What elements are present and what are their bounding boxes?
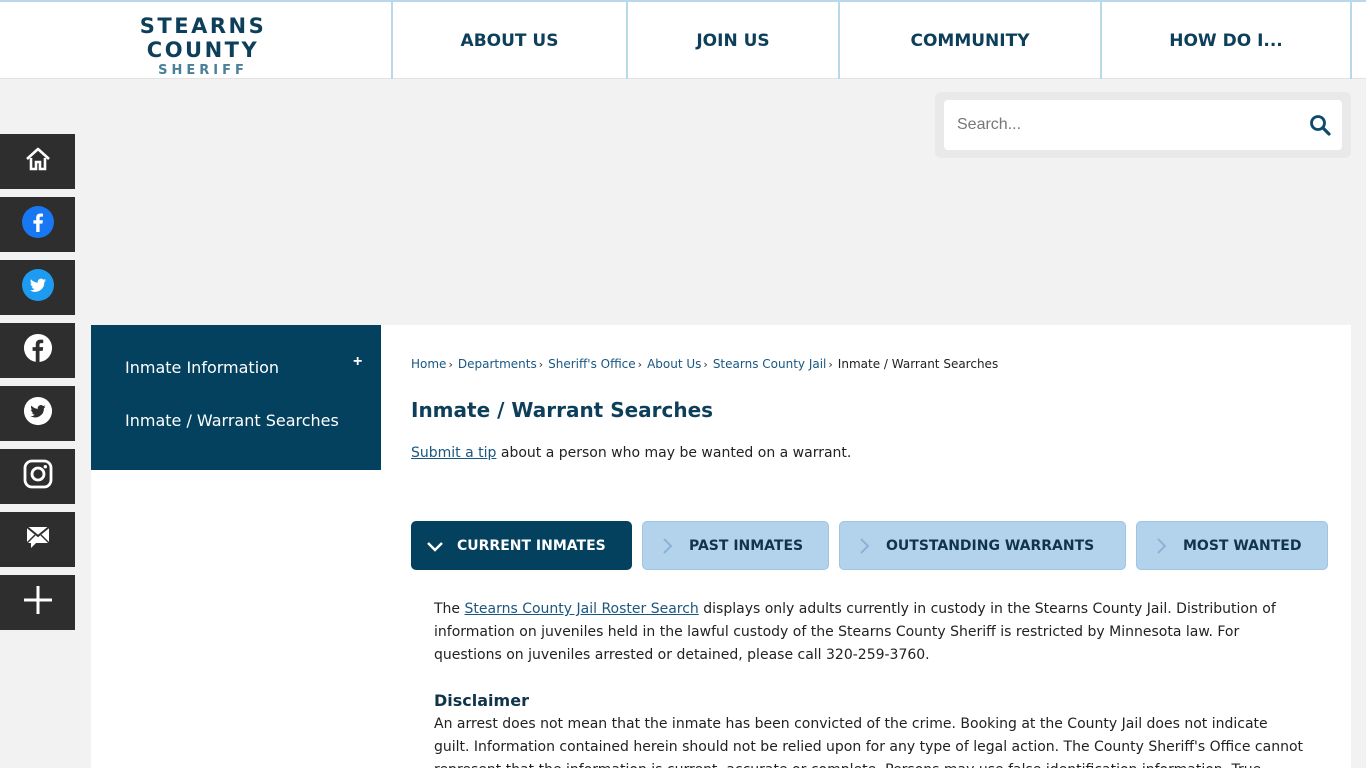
search-icon[interactable] — [1308, 113, 1332, 137]
jail-roster-search-link[interactable]: Stearns County Jail Roster Search — [465, 601, 699, 617]
search-container — [935, 92, 1351, 158]
tab-label: MOST WANTED — [1183, 537, 1302, 554]
description-intro: The — [434, 601, 465, 617]
tab-label: CURRENT INMATES — [457, 537, 606, 554]
submit-tip-link[interactable]: Submit a tip — [411, 445, 496, 461]
email-icon — [25, 524, 51, 555]
search-input[interactable] — [944, 100, 1294, 150]
sidenav-expand-icon[interactable]: + — [353, 353, 362, 371]
site-logo[interactable]: STEARNS COUNTY SHERIFF — [88, 14, 318, 78]
nav-divider — [1350, 2, 1352, 79]
sidenav-item-inmate-warrant-searches[interactable]: Inmate / Warrant Searches — [125, 411, 339, 430]
disclaimer-text: An arrest does not mean that the inmate … — [434, 716, 1304, 768]
more-links-button[interactable] — [0, 575, 75, 630]
search-box — [944, 100, 1342, 150]
nav-community[interactable]: COMMUNITY — [838, 2, 1100, 79]
breadcrumb-separator: › — [828, 358, 833, 371]
breadcrumb-departments[interactable]: Departments — [458, 357, 537, 371]
page-title: Inmate / Warrant Searches — [411, 398, 714, 422]
logo-title: STEARNS COUNTY — [139, 14, 267, 62]
social-sidebar — [0, 134, 75, 638]
tab-past-inmates[interactable]: PAST INMATES — [642, 521, 829, 570]
twitter-button[interactable] — [0, 260, 75, 315]
breadcrumb-separator: › — [637, 358, 643, 371]
tab-label: PAST INMATES — [689, 537, 804, 554]
breadcrumb-home[interactable]: Home — [411, 357, 446, 371]
chevron-right-icon — [1152, 537, 1170, 555]
sidenav-item-inmate-information[interactable]: Inmate Information — [125, 358, 279, 377]
tip-text: about a person who may be wanted on a wa… — [496, 445, 852, 461]
breadcrumb-stearns-county-jail[interactable]: Stearns County Jail — [713, 357, 827, 371]
tab-most-wanted[interactable]: MOST WANTED — [1136, 521, 1328, 570]
facebook-button[interactable] — [0, 197, 75, 252]
tab-outstanding-warrants[interactable]: OUTSTANDING WARRANTS — [839, 521, 1126, 570]
chevron-down-icon — [426, 537, 444, 555]
plus-icon — [22, 584, 54, 621]
breadcrumb-current: Inmate / Warrant Searches — [837, 357, 999, 371]
facebook-button-alt[interactable] — [0, 323, 75, 378]
home-icon — [24, 145, 52, 178]
site-header: STEARNS COUNTY SHERIFF ABOUT US JOIN US … — [0, 0, 1366, 79]
breadcrumb-about-us[interactable]: About Us — [647, 357, 701, 371]
nav-how-do-i[interactable]: HOW DO I... — [1100, 2, 1350, 79]
chevron-right-icon — [855, 537, 873, 555]
twitter-button-alt[interactable] — [0, 386, 75, 441]
breadcrumb-separator: › — [538, 358, 544, 371]
tab-label: OUTSTANDING WARRANTS — [886, 537, 1095, 554]
instagram-icon — [23, 459, 53, 494]
twitter-icon — [21, 269, 54, 306]
breadcrumb-separator: › — [448, 358, 453, 371]
disclaimer-heading: Disclaimer — [434, 691, 529, 710]
facebook-icon — [23, 333, 53, 368]
chevron-right-icon — [658, 537, 676, 555]
current-inmates-description: The Stearns County Jail Roster Search di… — [434, 598, 1304, 667]
instagram-button[interactable] — [0, 449, 75, 504]
tab-current-inmates[interactable]: CURRENT INMATES — [411, 521, 632, 570]
breadcrumb: Home › Departments › Sheriff's Office › About … — [411, 357, 998, 371]
tip-line: Submit a tip about a person who may be w… — [411, 445, 851, 461]
logo-subtitle: SHERIFF — [158, 63, 248, 78]
twitter-icon — [23, 396, 53, 431]
facebook-icon — [21, 206, 54, 243]
nav-about-us[interactable]: ABOUT US — [391, 2, 626, 79]
nav-join-us[interactable]: JOIN US — [626, 2, 838, 79]
breadcrumb-separator: › — [703, 358, 708, 371]
home-button[interactable] — [0, 134, 75, 189]
email-button[interactable] — [0, 512, 75, 567]
side-navigation: Inmate Information + Inmate / Warrant Se… — [91, 325, 381, 470]
main-content: Inmate Information + Inmate / Warrant Se… — [91, 325, 1351, 768]
breadcrumb-sheriffs-office[interactable]: Sheriff's Office — [548, 357, 636, 371]
